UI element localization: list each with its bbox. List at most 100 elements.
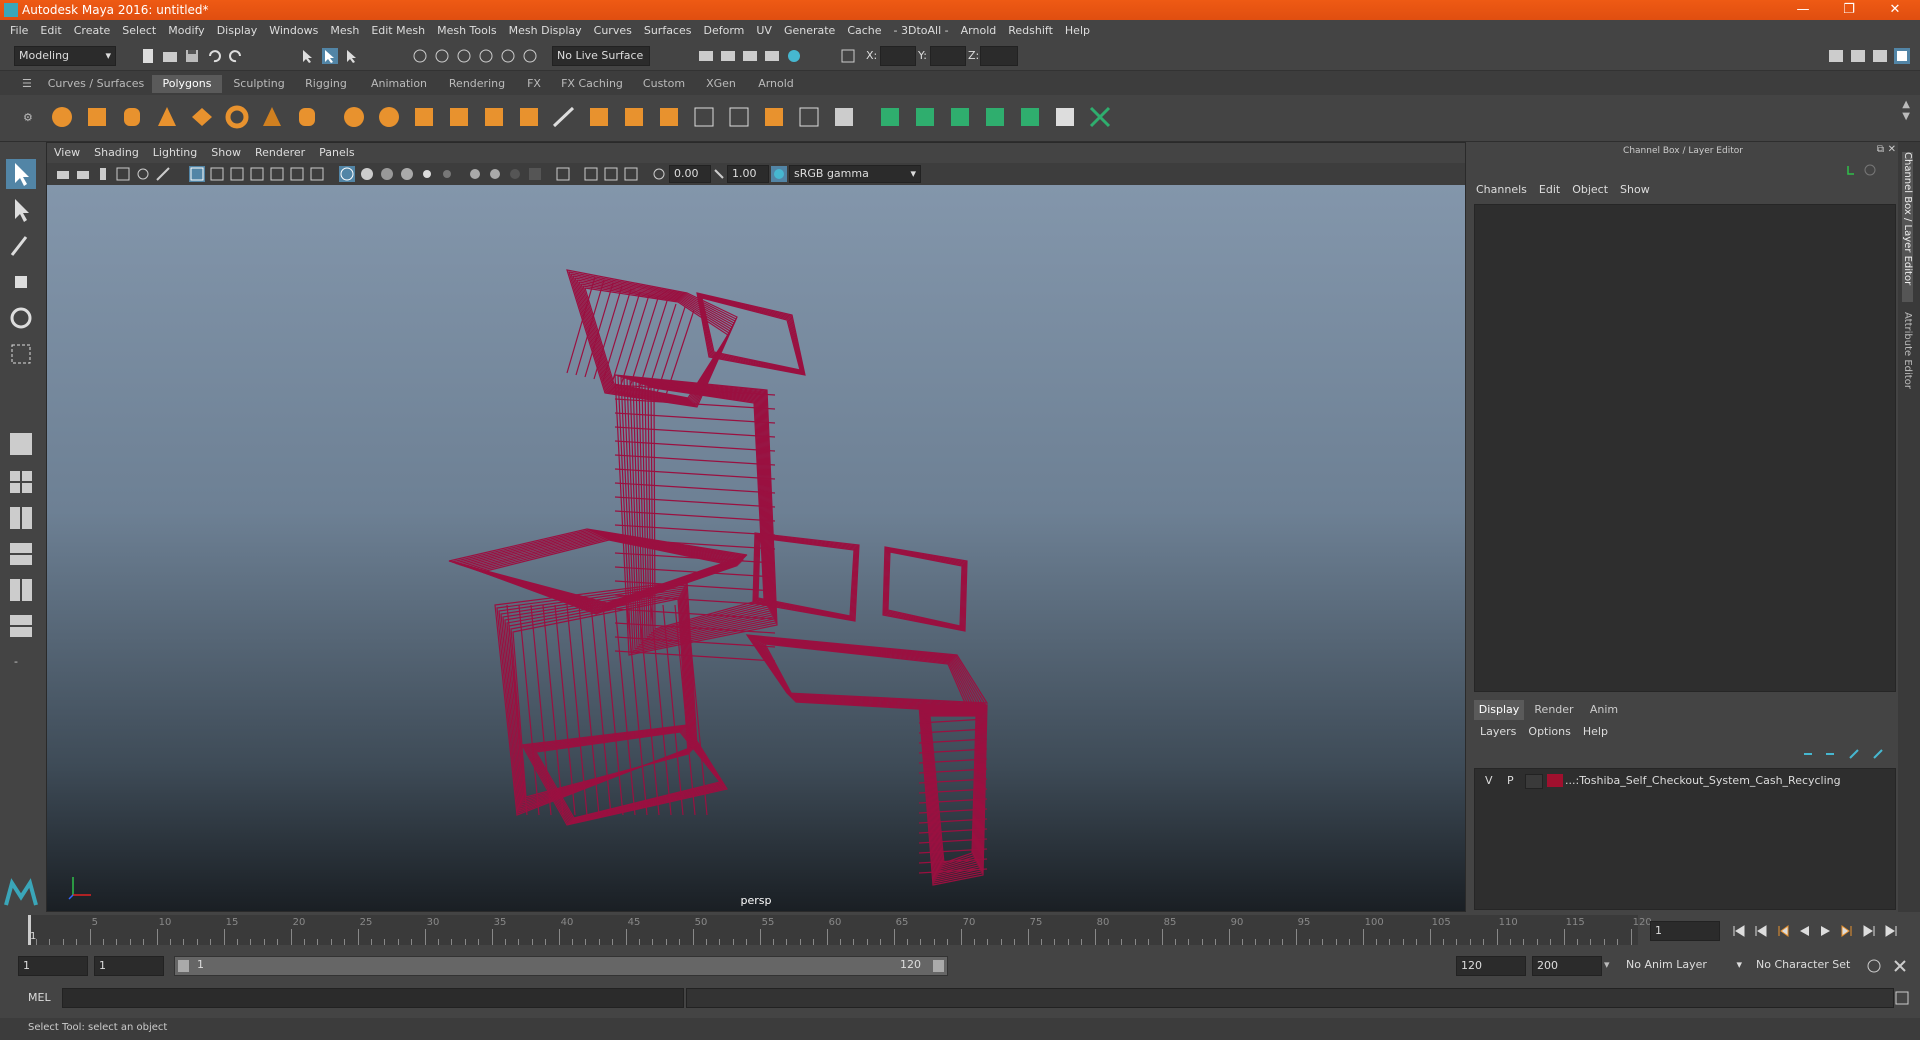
uv-automatic-icon[interactable] xyxy=(983,105,1007,129)
select-tool-icon[interactable] xyxy=(6,159,36,189)
persp-outliner-layout-icon[interactable] xyxy=(6,503,36,533)
range-end-handle[interactable] xyxy=(933,960,944,972)
lasso-tool-icon[interactable] xyxy=(6,195,36,225)
shelf-tab-custom[interactable]: Custom xyxy=(634,75,694,93)
safe-title-icon[interactable] xyxy=(309,166,325,182)
exposure-field[interactable]: 0.00 xyxy=(669,165,711,183)
layer-row[interactable]: V P ...:Toshiba_Self_Checkout_System_Cas… xyxy=(1479,773,1887,789)
field-chart-icon[interactable] xyxy=(269,166,285,182)
grease-pencil-icon[interactable] xyxy=(155,166,171,182)
extract-icon[interactable] xyxy=(412,105,436,129)
poly-plane-icon[interactable] xyxy=(190,105,214,129)
snap-grid-icon[interactable] xyxy=(412,48,428,64)
attribute-editor-toggle-icon[interactable] xyxy=(1850,48,1866,64)
color-management-icon[interactable] xyxy=(771,166,787,182)
persp-graph-layout-icon[interactable] xyxy=(6,539,36,569)
shelf-tab-arnold[interactable]: Arnold xyxy=(748,75,804,93)
menu-generate[interactable]: Generate xyxy=(778,20,841,42)
command-language-label[interactable]: MEL xyxy=(28,991,51,1004)
shelf-tab-animation[interactable]: Animation xyxy=(362,75,436,93)
uv-layout-icon[interactable] xyxy=(1053,105,1077,129)
isolate-select-icon[interactable] xyxy=(555,166,571,182)
layer-name[interactable]: ...:Toshiba_Self_Checkout_System_Cash_Re… xyxy=(1565,774,1841,787)
speed-icon[interactable] xyxy=(1862,162,1878,178)
exposure-icon[interactable] xyxy=(651,166,667,182)
undo-icon[interactable] xyxy=(206,48,222,64)
menu-uv[interactable]: UV xyxy=(750,20,778,42)
menu-redshift[interactable]: Redshift xyxy=(1002,20,1059,42)
menu-edit[interactable]: Edit xyxy=(34,20,67,42)
snap-view-plane-icon[interactable] xyxy=(478,48,494,64)
render-settings-icon[interactable] xyxy=(764,48,780,64)
resolution-gate-icon[interactable] xyxy=(229,166,245,182)
grid-toggle-icon[interactable] xyxy=(189,166,205,182)
2d-pan-zoom-icon[interactable] xyxy=(135,166,151,182)
vp-menu-view[interactable]: View xyxy=(47,143,87,163)
viewport-canvas[interactable]: persp xyxy=(47,185,1465,911)
menu-mesh-display[interactable]: Mesh Display xyxy=(503,20,588,42)
menu-surfaces[interactable]: Surfaces xyxy=(638,20,698,42)
wireframe-on-shaded-icon[interactable] xyxy=(379,166,395,182)
fill-hole-icon[interactable] xyxy=(762,105,786,129)
extrude-icon[interactable] xyxy=(587,105,611,129)
shelf-options-icon[interactable]: ⚙ xyxy=(23,111,33,124)
separate-icon[interactable] xyxy=(377,105,401,129)
open-scene-icon[interactable] xyxy=(162,48,178,64)
go-to-end-icon[interactable] xyxy=(1884,923,1900,939)
current-frame-field[interactable]: 1 xyxy=(1650,921,1720,941)
menu-deform[interactable]: Deform xyxy=(697,20,750,42)
range-bar[interactable]: 1 120 xyxy=(174,956,948,976)
poly-cylinder-icon[interactable] xyxy=(120,105,144,129)
safe-action-icon[interactable] xyxy=(289,166,305,182)
shelf-tab-curves-surfaces[interactable]: Curves / Surfaces xyxy=(46,75,146,93)
menu-windows[interactable]: Windows xyxy=(263,20,324,42)
layer-menu-layers[interactable]: Layers xyxy=(1474,722,1522,742)
layer-menu-help[interactable]: Help xyxy=(1577,722,1614,742)
close-button[interactable]: ✕ xyxy=(1872,0,1918,20)
smooth-shade-icon[interactable] xyxy=(359,166,375,182)
select-component-icon[interactable] xyxy=(344,48,360,64)
menu-display[interactable]: Display xyxy=(211,20,264,42)
shelf-tab-fx-caching[interactable]: FX Caching xyxy=(556,75,628,93)
layer-display-type[interactable] xyxy=(1525,774,1543,789)
z-field[interactable] xyxy=(980,46,1018,66)
rotate-tool-icon[interactable] xyxy=(6,303,36,333)
colorspace-dropdown[interactable]: sRGB gamma ▾ xyxy=(789,165,921,183)
render-view-icon[interactable] xyxy=(698,48,714,64)
cb-menu-edit[interactable]: Edit xyxy=(1533,180,1566,200)
select-hierarchy-icon[interactable] xyxy=(300,48,316,64)
menu-cache[interactable]: Cache xyxy=(841,20,887,42)
menu-file[interactable]: File xyxy=(0,20,34,42)
uv-editor-icon[interactable] xyxy=(1088,105,1112,129)
shelf-tab-xgen[interactable]: XGen xyxy=(700,75,742,93)
move-tool-icon[interactable] xyxy=(6,267,36,297)
mirror-icon[interactable] xyxy=(517,105,541,129)
menu-modify[interactable]: Modify xyxy=(162,20,210,42)
screen-space-ao-icon[interactable] xyxy=(467,166,483,182)
single-perspective-layout-icon[interactable] xyxy=(6,429,36,459)
snap-curve-icon[interactable] xyxy=(434,48,450,64)
scene-start-field[interactable]: 1 xyxy=(18,956,88,976)
poly-pipe-icon[interactable] xyxy=(295,105,319,129)
panel-close-icon[interactable]: ✕ xyxy=(1888,144,1896,155)
auto-key-icon[interactable] xyxy=(1866,958,1882,974)
shelf-tab-rendering[interactable]: Rendering xyxy=(442,75,512,93)
offset-edge-loop-icon[interactable] xyxy=(727,105,751,129)
menu-arnold[interactable]: Arnold xyxy=(955,20,1003,42)
live-surface-field[interactable]: No Live Surface xyxy=(552,46,650,66)
channel-box-area[interactable] xyxy=(1474,204,1896,692)
step-back-frame-icon[interactable] xyxy=(1774,923,1790,939)
uv-unfold-icon[interactable] xyxy=(1018,105,1042,129)
vp-menu-renderer[interactable]: Renderer xyxy=(248,143,312,163)
ipr-render-icon[interactable] xyxy=(742,48,758,64)
scale-tool-icon[interactable] xyxy=(6,339,36,369)
character-set-dropdown[interactable]: No Character Set xyxy=(1752,956,1866,974)
bevel-icon[interactable] xyxy=(657,105,681,129)
animation-preferences-icon[interactable] xyxy=(1892,958,1908,974)
go-to-start-icon[interactable] xyxy=(1730,923,1746,939)
hypershade-icon[interactable] xyxy=(786,48,802,64)
script-editor-icon[interactable] xyxy=(1894,990,1910,1006)
redo-icon[interactable] xyxy=(228,48,244,64)
save-scene-icon[interactable] xyxy=(184,48,200,64)
target-weld-icon[interactable] xyxy=(797,105,821,129)
